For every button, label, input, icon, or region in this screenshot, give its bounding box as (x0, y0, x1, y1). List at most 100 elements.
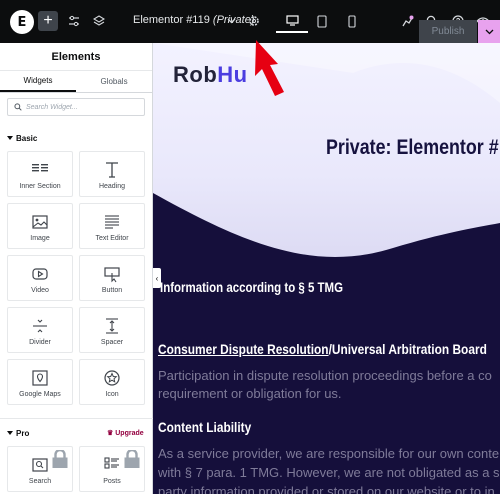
category-pro-label: Pro (16, 429, 30, 438)
desktop-icon (285, 15, 299, 26)
mobile-icon (348, 15, 356, 28)
red-arrow-annotation (255, 40, 284, 96)
document-menu-toggle[interactable] (224, 12, 238, 30)
upgrade-label: Upgrade (115, 430, 144, 437)
category-basic-label: Basic (16, 134, 38, 143)
paragraph-line: with § 7 para. 1 TMG. However, we are no… (158, 465, 500, 480)
widget-label: Spacer (100, 339, 124, 346)
caret-down-icon (7, 431, 13, 435)
spacer-icon (106, 318, 118, 334)
image-icon (32, 215, 48, 229)
paragraph-dispute: Participation in dispute resolution proc… (158, 367, 492, 403)
widget-label: Icon (105, 391, 119, 398)
top-bar: E + Elementor #119 (Private) Publish (0, 0, 500, 43)
widget-divider[interactable]: Divider (7, 307, 73, 353)
elements-panel: Elements Widgets Globals Search Widget..… (0, 43, 153, 494)
elementor-logo-button[interactable]: E (10, 10, 34, 34)
google-maps-icon (32, 370, 48, 386)
widget-label: Button (101, 287, 123, 294)
heading-information: Information according to § 5 TMG (160, 279, 344, 295)
site-settings-button[interactable] (64, 11, 84, 31)
widget-text-editor[interactable]: Text Editor (79, 203, 145, 249)
notifications-button[interactable] (398, 12, 416, 30)
widget-label: Posts (103, 478, 121, 485)
lock-icon (124, 450, 140, 468)
plus-icon: + (43, 12, 53, 29)
gear-icon (249, 16, 259, 26)
widget-label: Google Maps (19, 391, 61, 398)
consumer-dispute-link[interactable]: Consumer Dispute Resolution (158, 341, 329, 357)
paragraph-line: As a service provider, we are responsibl… (158, 446, 500, 461)
search-icon (14, 103, 22, 111)
publish-button[interactable]: Publish (419, 20, 477, 43)
paragraph-line: party information provided or stored on … (158, 484, 495, 494)
layers-icon (93, 15, 105, 26)
crown-icon: ♛ (107, 430, 114, 437)
document-name: Elementor #119 (133, 14, 210, 26)
heading-icon (106, 162, 118, 178)
caret-down-icon (7, 136, 13, 140)
device-desktop-button[interactable] (276, 10, 308, 33)
tab-globals[interactable]: Globals (76, 71, 152, 92)
site-logo[interactable]: RobHu (173, 62, 248, 88)
widget-google-maps[interactable]: Google Maps (7, 359, 73, 405)
star-icon (104, 370, 120, 386)
widget-label: Text Editor (95, 235, 129, 242)
widget-inner-section[interactable]: Inner Section (7, 151, 73, 197)
widget-icon[interactable]: Icon (79, 359, 145, 405)
widget-posts[interactable]: Posts (79, 446, 145, 492)
widget-image[interactable]: Image (7, 203, 73, 249)
category-basic-toggle[interactable]: Basic (7, 134, 37, 143)
divider-icon (33, 319, 47, 333)
button-icon (104, 267, 120, 283)
heading-consumer-dispute: Consumer Dispute Resolution/Universal Ar… (158, 341, 487, 357)
device-tablet-button[interactable] (306, 10, 338, 33)
notifications-icon (401, 15, 413, 26)
widget-label: Heading (98, 183, 126, 190)
add-element-button[interactable]: + (38, 11, 58, 31)
search-widget-icon (32, 458, 48, 472)
heading-content-liability: Content Liability (158, 419, 252, 435)
text-editor-icon (105, 215, 119, 229)
lock-icon (52, 450, 68, 468)
chevron-down-icon (227, 18, 235, 24)
widget-spacer[interactable]: Spacer (79, 307, 145, 353)
tab-widgets[interactable]: Widgets (0, 71, 76, 92)
search-placeholder: Search Widget... (26, 103, 78, 111)
widget-heading[interactable]: Heading (79, 151, 145, 197)
widget-label: Divider (29, 339, 51, 346)
widget-search-pro[interactable]: Search (7, 446, 73, 492)
widget-button[interactable]: Button (79, 255, 145, 301)
paragraph-line: Participation in dispute resolution proc… (158, 368, 492, 383)
widget-label: Search (28, 478, 52, 485)
widget-label: Inner Section (19, 183, 61, 190)
upgrade-link[interactable]: ♛ Upgrade (107, 429, 144, 437)
widget-video[interactable]: Video (7, 255, 73, 301)
publish-options-button[interactable] (478, 20, 500, 43)
sliders-icon (69, 15, 79, 27)
hero-section: RobHu Private: Elementor # (153, 43, 500, 273)
chevron-left-icon: ‹ (155, 273, 159, 283)
site-logo-text-a: Rob (173, 62, 218, 87)
widget-label: Video (31, 287, 49, 294)
section-divider (0, 418, 153, 419)
heading-consumer-rest: /Universal Arbitration Board (328, 341, 487, 357)
category-pro-toggle[interactable]: Pro (7, 429, 29, 438)
device-mobile-button[interactable] (336, 10, 368, 33)
inner-section-icon (32, 164, 48, 172)
paragraph-liability: As a service provider, we are responsibl… (158, 444, 500, 494)
video-icon (32, 268, 48, 280)
panel-collapse-toggle[interactable]: ‹ (153, 268, 161, 288)
posts-icon (104, 457, 119, 469)
page-settings-button[interactable] (246, 12, 262, 30)
widget-label: Image (30, 235, 50, 242)
chevron-down-icon (485, 29, 493, 34)
structure-button[interactable] (89, 11, 109, 31)
page-title: Private: Elementor # (326, 136, 499, 159)
panel-title: Elements (0, 43, 152, 71)
panel-tabs: Widgets Globals (0, 71, 152, 93)
tablet-icon (317, 15, 327, 28)
widget-search-input[interactable]: Search Widget... (7, 98, 145, 116)
elementor-logo-icon: E (17, 14, 27, 30)
preview-canvas[interactable]: RobHu Private: Elementor # Information a… (153, 43, 500, 494)
